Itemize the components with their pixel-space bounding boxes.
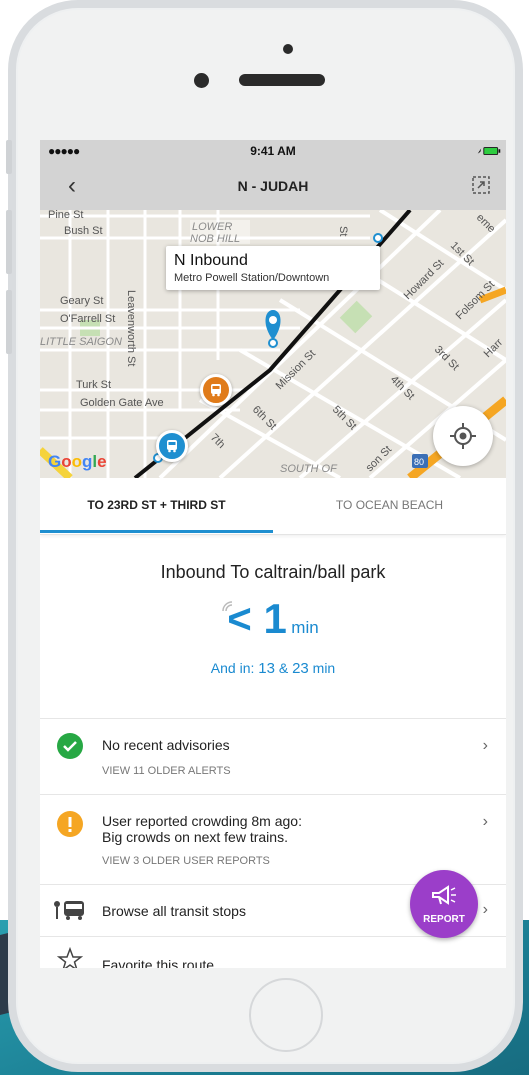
status-bar: ●●●●● 9:41 AM xyxy=(40,140,506,162)
svg-text:80: 80 xyxy=(414,457,424,467)
direction-heading: Inbound To caltrain/ball park xyxy=(160,562,386,582)
crowding-title-line1: User reported crowding 8m ago: xyxy=(102,813,302,829)
chevron-right-icon: › xyxy=(482,813,488,830)
eta-value: < 1 xyxy=(227,595,287,642)
expand-map-icon[interactable] xyxy=(472,176,490,194)
google-logo: Google xyxy=(48,452,107,471)
earpiece-speaker xyxy=(239,74,325,86)
eta-unit: min xyxy=(291,618,319,637)
svg-text:LOWER: LOWER xyxy=(192,221,232,233)
advisories-title: No recent advisories xyxy=(102,737,230,753)
direction-tabs: TO 23RD ST + THIRD ST TO OCEAN BEACH xyxy=(40,478,506,535)
app-screen: ●●●●● 9:41 AM ‹ N - JUDAH Pine St Bush S… xyxy=(40,140,506,968)
callout-subtitle: Metro Powell Station/Downtown xyxy=(174,272,330,284)
tab-ocean-beach[interactable]: TO OCEAN BEACH xyxy=(273,498,506,512)
my-location-button[interactable] xyxy=(433,406,493,466)
navigation-bar: ‹ N - JUDAH xyxy=(40,162,506,210)
page-title: N - JUDAH xyxy=(237,178,309,194)
volume-down-button xyxy=(6,290,12,354)
bus-icon xyxy=(167,440,177,453)
svg-text:Golden Gate Ave: Golden Gate Ave xyxy=(80,397,164,409)
proximity-sensor xyxy=(283,44,293,54)
svg-text:Bush St: Bush St xyxy=(64,225,103,237)
svg-text:LITTLE SAIGON: LITTLE SAIGON xyxy=(40,336,122,348)
warning-icon xyxy=(57,811,83,837)
volume-up-button xyxy=(6,210,12,274)
svg-text:St: St xyxy=(337,226,349,236)
report-button[interactable]: REPORT xyxy=(410,870,478,938)
status-time: 9:41 AM xyxy=(250,144,296,158)
chevron-right-icon: › xyxy=(482,737,488,754)
svg-text:O'Farrell St: O'Farrell St xyxy=(60,313,115,325)
home-button[interactable] xyxy=(249,978,323,1052)
report-label: REPORT xyxy=(423,914,465,925)
older-reports-link[interactable]: VIEW 3 OLDER USER REPORTS xyxy=(102,855,270,867)
route-map[interactable]: Pine St Bush St LOWER NOB HILL Geary St … xyxy=(40,210,506,478)
svg-text:Pine St: Pine St xyxy=(48,210,83,221)
eta-display: < 1 min xyxy=(40,595,506,643)
battery-icon xyxy=(477,147,501,155)
advisories-row[interactable]: No recent advisories VIEW 11 OLDER ALERT… xyxy=(40,718,506,795)
crowding-title-line2: Big crowds on next few trains. xyxy=(102,829,288,845)
crosshair-icon xyxy=(450,423,476,449)
svg-text:SOUTH OF: SOUTH OF xyxy=(280,463,338,475)
megaphone-icon xyxy=(432,885,456,905)
bus-marker-orange[interactable] xyxy=(200,374,232,406)
stop-callout[interactable]: N Inbound Metro Powell Station/Downtown xyxy=(166,246,380,290)
chevron-right-icon: › xyxy=(482,901,488,918)
bus-marker-blue[interactable] xyxy=(156,430,188,462)
star-icon xyxy=(57,947,83,968)
svg-text:Leavenworth St: Leavenworth St xyxy=(125,290,137,366)
check-icon xyxy=(57,733,83,759)
bus-icon xyxy=(211,384,221,397)
bus-stop-icon xyxy=(54,901,84,920)
svg-text:Turk St: Turk St xyxy=(76,379,111,391)
older-alerts-link[interactable]: VIEW 11 OLDER ALERTS xyxy=(102,765,231,777)
tab-23rd-third[interactable]: TO 23RD ST + THIRD ST xyxy=(40,498,273,512)
favorite-label: Favorite this route xyxy=(102,957,215,968)
svg-text:NOB HILL: NOB HILL xyxy=(190,233,240,245)
active-tab-indicator xyxy=(40,530,273,533)
mute-switch xyxy=(6,140,12,174)
callout-title: N Inbound xyxy=(174,252,248,269)
svg-text:Geary St: Geary St xyxy=(60,295,103,307)
next-arrivals: And in: 13 & 23 min xyxy=(210,660,336,677)
front-camera xyxy=(194,73,209,88)
browse-stops-label: Browse all transit stops xyxy=(102,903,246,919)
favorite-row[interactable]: Favorite this route xyxy=(40,936,506,968)
